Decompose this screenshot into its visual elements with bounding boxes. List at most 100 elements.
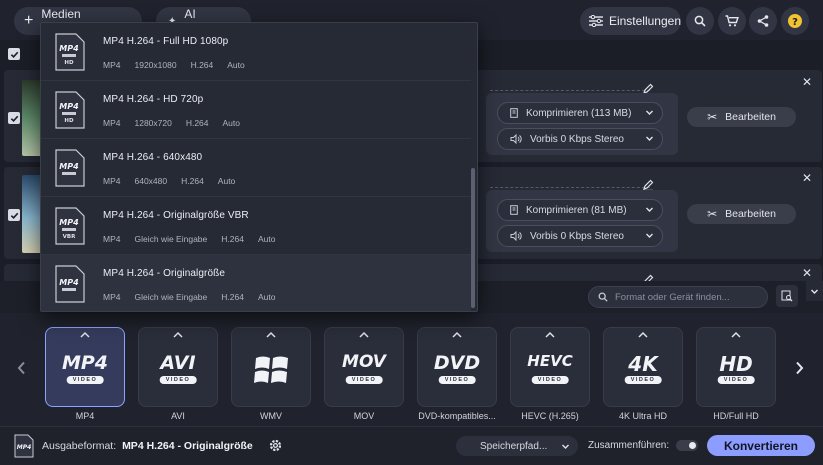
sliders-icon — [589, 15, 603, 27]
help-button[interactable]: ? — [781, 7, 809, 35]
format-label: MP4 — [75, 411, 95, 421]
settings-label: Einstellungen — [608, 14, 681, 28]
format-logo-sub: VIDEO — [717, 376, 755, 384]
compress-dropdown[interactable]: Komprimieren (113 MB) — [497, 102, 663, 124]
svg-text:?: ? — [792, 17, 798, 28]
windows-logo-icon — [254, 356, 288, 383]
audio-dropdown[interactable]: Vorbis 0 Kbps Stereo — [497, 128, 663, 150]
format-tile-hd[interactable]: HD VIDEO — [696, 327, 776, 407]
remove-file-close-icon[interactable]: ✕ — [802, 75, 812, 89]
format-tile-mov[interactable]: MOV VIDEO — [324, 327, 404, 407]
preset-title: MP4 H.264 - Originalgröße — [103, 268, 225, 279]
format-logo-sub: VIDEO — [159, 376, 197, 384]
svg-text:MP4: MP4 — [59, 278, 79, 287]
cart-icon — [725, 15, 739, 27]
file-checkbox[interactable] — [8, 209, 20, 221]
title-underline — [490, 187, 650, 188]
checkmark-icon — [10, 115, 18, 122]
format-tile-avi[interactable]: AVI VIDEO — [138, 327, 218, 407]
preset-title: MP4 H.264 - 640x480 — [103, 152, 203, 163]
dropdown-scrollbar[interactable] — [471, 168, 475, 308]
gear-icon[interactable] — [268, 438, 283, 453]
title-underline — [490, 90, 650, 91]
select-all-checkbox[interactable] — [8, 48, 20, 60]
remove-file-close-icon[interactable]: ✕ — [802, 266, 812, 280]
chevron-left-icon[interactable] — [17, 361, 26, 375]
audio-label: Vorbis 0 Kbps Stereo — [530, 230, 624, 242]
edit-label: Bearbeiten — [725, 111, 776, 123]
search-icon — [598, 292, 608, 302]
file-checkbox[interactable] — [8, 112, 20, 124]
preset-item[interactable]: MP4 HD MP4 H.264 - HD 720p MP4 1280x720 H.2… — [41, 81, 471, 139]
merge-label: Zusammenführen: — [588, 440, 670, 451]
merge-toggle[interactable] — [676, 440, 698, 451]
preset-item-selected[interactable]: MP4 MP4 H.264 - Originalgröße MP4 Gleich … — [41, 255, 471, 311]
format-label: HEVC (H.265) — [521, 411, 579, 421]
output-settings-box: Komprimieren (81 MB) Vorbis 0 Kbps Stere… — [486, 190, 678, 252]
output-format-prefix: Ausgabeformat: — [42, 440, 117, 452]
settings-button[interactable]: Einstellungen — [580, 7, 681, 35]
edit-button[interactable]: ✂ Bearbeiten — [687, 107, 796, 127]
preset-item[interactable]: MP4 VBR MP4 H.264 - Originalgröße VBR MP4… — [41, 197, 471, 255]
collapse-panel-button[interactable] — [806, 281, 823, 301]
caret-up-icon — [80, 331, 90, 338]
preset-title: MP4 H.264 - Originalgröße VBR — [103, 210, 249, 221]
mp4-file-icon: MP4 — [55, 149, 85, 187]
preset-title: MP4 H.264 - Full HD 1080p — [103, 36, 229, 47]
format-label: 4K Ultra HD — [618, 411, 667, 421]
remove-file-close-icon[interactable]: ✕ — [802, 171, 812, 185]
format-label: DVD-kompatibles... — [418, 411, 496, 421]
format-logo: HEVC — [527, 352, 573, 370]
convert-label: Konvertieren — [723, 438, 799, 453]
format-logo: MP4 — [61, 352, 109, 374]
share-button[interactable] — [749, 7, 777, 35]
search-icon — [694, 15, 706, 27]
output-settings-box: Komprimieren (113 MB) Vorbis 0 Kbps Ster… — [486, 93, 678, 155]
svg-text:MP4: MP4 — [17, 444, 32, 451]
format-logo-sub: VIDEO — [66, 376, 104, 384]
chevron-down-icon — [646, 136, 653, 141]
caret-up-icon — [359, 331, 369, 338]
convert-button[interactable]: Konvertieren — [707, 435, 815, 456]
plus-icon: + — [24, 12, 34, 29]
caret-up-icon — [545, 331, 555, 338]
compress-label: Komprimieren (81 MB) — [526, 204, 627, 216]
format-tile-wmv[interactable] — [231, 327, 311, 407]
help-icon: ? — [788, 14, 802, 28]
format-label: WMV — [260, 411, 282, 421]
format-tile-4k[interactable]: 4K VIDEO — [603, 327, 683, 407]
svg-text:MP4: MP4 — [59, 218, 79, 227]
format-logo-sub: VIDEO — [531, 376, 569, 384]
chevron-right-icon[interactable] — [795, 361, 804, 375]
speaker-icon — [510, 231, 522, 241]
audio-dropdown[interactable]: Vorbis 0 Kbps Stereo — [497, 225, 663, 247]
caret-up-icon — [452, 331, 462, 338]
chevron-down-icon — [562, 444, 569, 449]
preset-item[interactable]: MP4 MP4 H.264 - 640x480 MP4 640x480 H.264 A… — [41, 139, 471, 197]
preset-item[interactable]: MP4 HD MP4 H.264 - Full HD 1080p MP4 1920x… — [41, 23, 471, 81]
file-size-icon — [510, 108, 518, 118]
preset-meta: MP4 1280x720 H.264 Auto — [103, 118, 241, 128]
device-detect-button[interactable] — [776, 285, 798, 307]
format-tile-dvd[interactable]: DVD VIDEO — [417, 327, 497, 407]
mp4-file-icon: MP4 HD — [55, 33, 85, 71]
output-format-value[interactable]: MP4 H.264 - Originalgröße — [122, 440, 253, 452]
edit-button[interactable]: ✂ Bearbeiten — [687, 204, 796, 224]
scissors-icon: ✂ — [707, 110, 718, 124]
mp4-file-icon: MP4 VBR — [55, 207, 85, 245]
caret-up-icon — [638, 331, 648, 338]
format-search-input[interactable]: Format oder Gerät finden... — [588, 286, 768, 308]
save-path-dropdown[interactable]: Speicherpfad... — [456, 436, 578, 456]
search-button[interactable] — [686, 7, 714, 35]
svg-text:MP4: MP4 — [59, 44, 79, 53]
compress-dropdown[interactable]: Komprimieren (81 MB) — [497, 199, 663, 221]
format-tile-hevc[interactable]: HEVC VIDEO — [510, 327, 590, 407]
format-label: MOV — [353, 411, 375, 421]
cart-button[interactable] — [718, 7, 746, 35]
share-icon — [757, 15, 769, 27]
format-tile-mp4[interactable]: MP4 VIDEO — [45, 327, 125, 407]
caret-up-icon — [266, 331, 276, 338]
svg-text:VBR: VBR — [63, 234, 76, 240]
preset-meta: MP4 Gleich wie Eingabe H.264 Auto — [103, 292, 276, 302]
mp4-file-icon: MP4 — [55, 265, 85, 303]
